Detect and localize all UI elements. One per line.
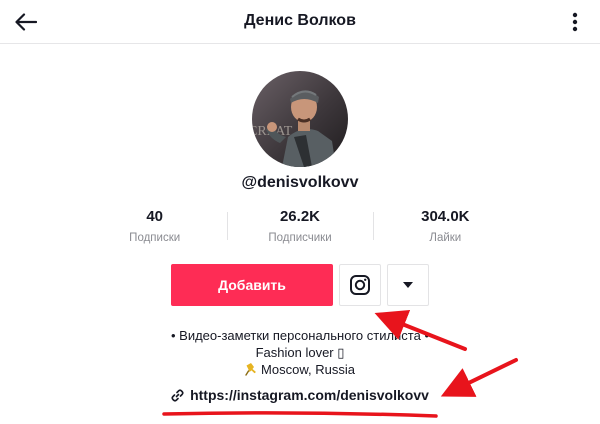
stat-following-value: 40 xyxy=(146,208,163,225)
more-vertical-icon xyxy=(572,12,578,32)
profile-username: @denisvolkovv xyxy=(241,174,359,191)
profile-link-text: https://instagram.com/denisvolkovv xyxy=(190,387,429,403)
caret-down-icon xyxy=(403,282,413,288)
profile-bio: • Видео-заметки персонального стилиста •… xyxy=(0,327,600,378)
more-options-button[interactable] xyxy=(566,10,584,34)
stat-followers-label: Подписчики xyxy=(268,232,332,244)
profile-link[interactable]: https://instagram.com/denisvolkovv xyxy=(0,387,600,403)
bio-line-3: Moscow, Russia xyxy=(0,361,600,378)
stat-likes-value: 304.0K xyxy=(421,208,470,225)
link-icon xyxy=(171,389,184,402)
stat-likes: 304.0K Лайки xyxy=(372,208,518,248)
bio-line-2: Fashion lover ▯ xyxy=(255,345,345,360)
pin-icon xyxy=(245,363,257,376)
avatar[interactable]: CREAT xyxy=(252,71,348,167)
stat-following[interactable]: 40 Подписки xyxy=(82,208,227,248)
follow-button[interactable]: Добавить xyxy=(171,264,333,306)
page-title: Денис Волков xyxy=(244,12,356,29)
bio-location: Moscow, Russia xyxy=(261,362,355,377)
bio-line-1: • Видео-заметки персонального стилиста • xyxy=(170,328,430,343)
instagram-icon xyxy=(350,275,370,295)
avatar-photo: CREAT xyxy=(252,71,348,167)
stat-likes-label: Лайки xyxy=(429,232,462,244)
top-bar: Денис Волков xyxy=(0,0,600,44)
stat-followers-value: 26.2K xyxy=(279,208,320,225)
instagram-button[interactable] xyxy=(339,264,381,306)
profile-stats: 40 Подписки 26.2K Подписчики 304.0K Лайк… xyxy=(82,208,518,248)
more-profiles-dropdown-button[interactable] xyxy=(387,264,429,306)
stat-followers[interactable]: 26.2K Подписчики xyxy=(227,208,372,248)
stat-following-label: Подписки xyxy=(129,232,181,244)
annotation-underline xyxy=(162,411,438,418)
